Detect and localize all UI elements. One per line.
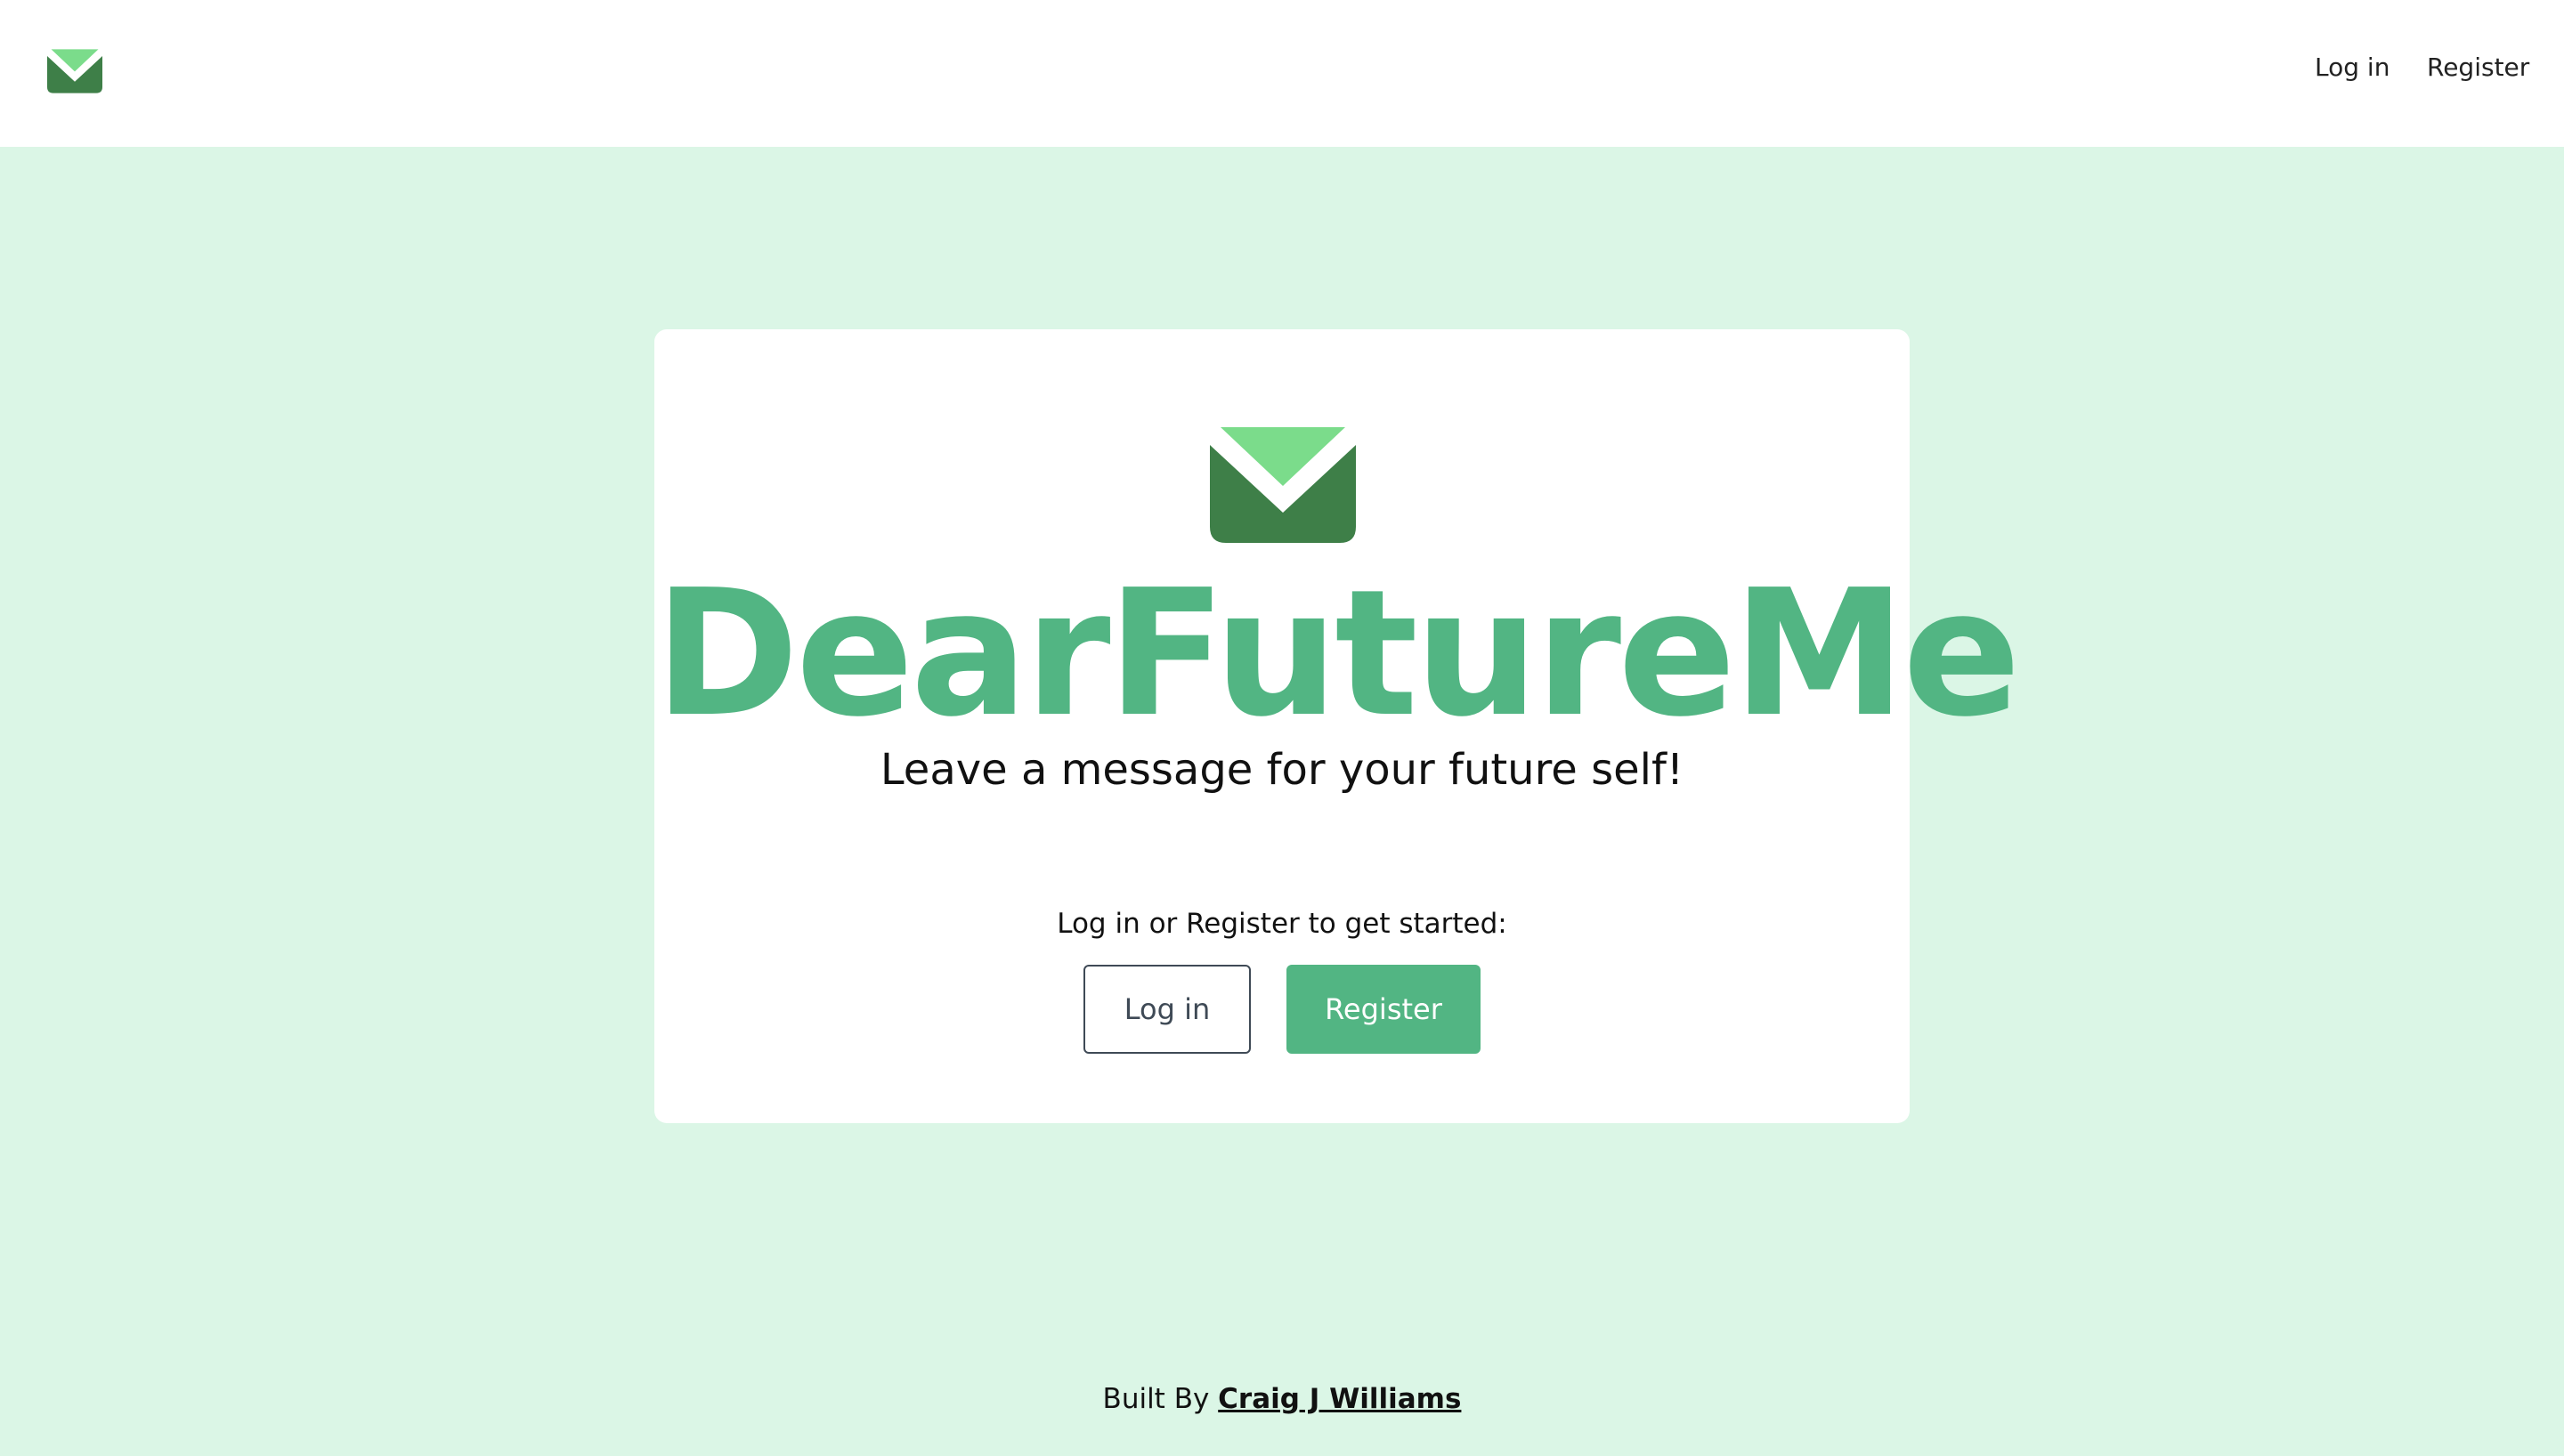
footer: Built By Craig J Williams <box>0 1381 2564 1417</box>
register-button[interactable]: Register <box>1286 965 1481 1054</box>
nav-register-link[interactable]: Register <box>2427 52 2529 84</box>
get-started-prompt: Log in or Register to get started: <box>1057 908 1507 940</box>
envelope-icon[interactable] <box>47 49 102 93</box>
footer-credit-prefix: Built By <box>1102 1383 1219 1415</box>
nav-login-link[interactable]: Log in <box>2315 52 2390 84</box>
app-title: DearFutureMe <box>654 553 2021 756</box>
welcome-card: DearFutureMe Leave a message for your fu… <box>654 329 2021 1123</box>
author-link[interactable]: Craig J Williams <box>1218 1383 1461 1415</box>
app-tagline: Leave a message for your future self! <box>880 745 1684 795</box>
envelope-icon <box>1210 427 1356 543</box>
top-navigation-bar: Log in Register <box>0 0 2564 147</box>
login-button[interactable]: Log in <box>1083 965 1251 1054</box>
